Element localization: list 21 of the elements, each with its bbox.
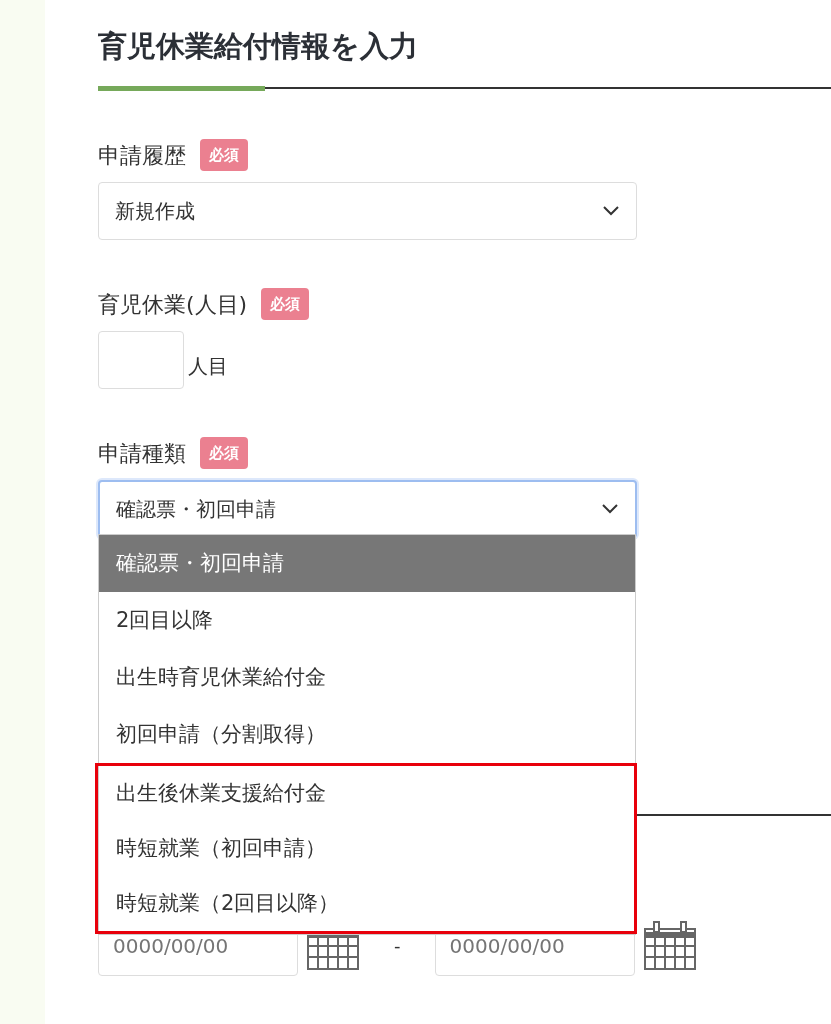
- field-label: 育児休業(人目): [98, 290, 248, 319]
- chevron-down-icon: [602, 205, 620, 217]
- field-label: 申請履歴: [98, 141, 186, 170]
- dropdown-option[interactable]: 出生後休業支援給付金: [98, 766, 634, 821]
- number-field[interactable]: [98, 330, 184, 389]
- field-label: 申請種類: [98, 439, 186, 468]
- page-title: 育児休業給付情報を入力: [98, 28, 419, 65]
- dropdown-option[interactable]: 時短就業（初回申請）: [98, 821, 634, 876]
- required-tag: 必須: [200, 436, 248, 470]
- calendar-icon[interactable]: [642, 920, 697, 971]
- unit-label: 人目: [188, 352, 228, 380]
- dropdown-option[interactable]: 2回目以降: [99, 592, 635, 649]
- required-tag: 必須: [261, 287, 310, 321]
- dropdown-option[interactable]: 初回申請（分割取得）: [99, 706, 635, 763]
- chevron-down-icon: [601, 503, 619, 515]
- required-tag: 必須: [200, 138, 248, 172]
- dropdown-option[interactable]: 確認票・初回申請: [99, 535, 635, 592]
- select-field[interactable]: 確認票・初回申請: [98, 479, 637, 538]
- dropdown-option[interactable]: 出生時育児休業給付金: [99, 649, 635, 706]
- select-field[interactable]: 新規作成: [98, 181, 637, 240]
- range-separator: -: [394, 934, 401, 959]
